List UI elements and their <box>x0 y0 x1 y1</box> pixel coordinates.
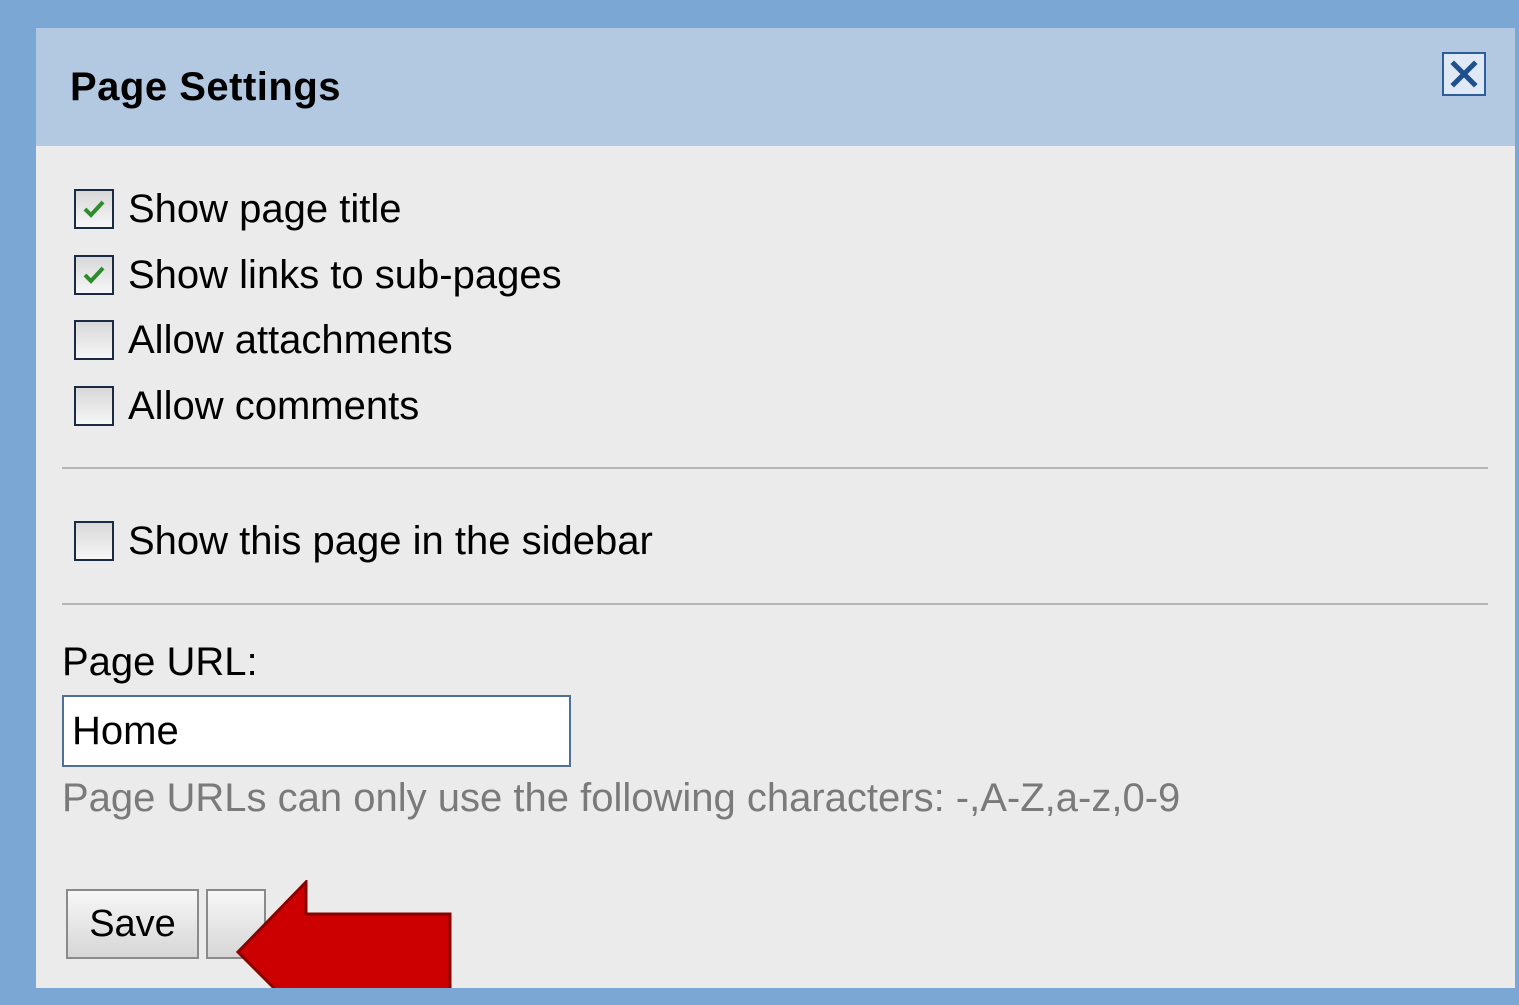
option-show-links-to-sub-pages[interactable]: Show links to sub-pages <box>74 250 562 300</box>
red-arrow-icon <box>236 880 452 988</box>
option-label: Allow attachments <box>128 317 453 362</box>
cancel-button[interactable] <box>206 889 266 959</box>
option-allow-comments[interactable]: Allow comments <box>74 381 419 431</box>
divider <box>62 467 1488 469</box>
page-url-input[interactable] <box>62 695 571 767</box>
divider <box>62 603 1488 605</box>
check-mark-icon <box>83 200 105 218</box>
checkbox-show-page-title[interactable] <box>74 189 114 229</box>
checkbox-show-links-to-sub-pages[interactable] <box>74 255 114 295</box>
option-show-page-title[interactable]: Show page title <box>74 184 402 234</box>
option-allow-attachments[interactable]: Allow attachments <box>74 315 453 365</box>
save-button[interactable]: Save <box>66 889 199 959</box>
close-button[interactable] <box>1442 52 1486 96</box>
dialog-title: Page Settings <box>70 65 342 109</box>
checkbox-show-in-sidebar[interactable] <box>74 521 114 561</box>
option-label: Show page title <box>128 186 402 231</box>
dialog-title-bar: Page Settings <box>36 28 1515 146</box>
option-label: Allow comments <box>128 383 420 428</box>
checkbox-allow-attachments[interactable] <box>74 320 114 360</box>
option-label: Show this page in the sidebar <box>128 518 653 563</box>
page-settings-dialog: Page Settings Show page title Show links… <box>36 28 1515 988</box>
page-url-hint: Page URLs can only use the following cha… <box>62 776 1181 820</box>
checkbox-allow-comments[interactable] <box>74 386 114 426</box>
page-url-label: Page URL: <box>62 640 258 684</box>
check-mark-icon <box>83 266 105 284</box>
option-label: Show links to sub-pages <box>128 252 562 297</box>
close-icon <box>1450 60 1478 88</box>
option-show-in-sidebar[interactable]: Show this page in the sidebar <box>74 516 653 566</box>
